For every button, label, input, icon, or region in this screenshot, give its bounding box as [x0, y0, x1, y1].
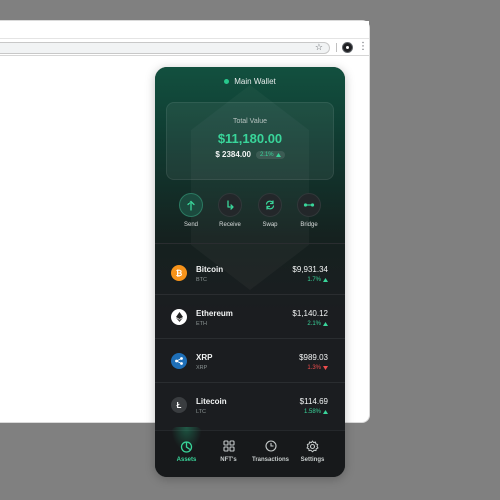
- change-percent: 2.1%: [259, 151, 274, 158]
- asset-change-value: 1.3%: [307, 365, 321, 371]
- browser-toolbar: ☆ ⋮: [0, 39, 369, 56]
- toolbar-separator: [336, 43, 337, 52]
- tab-transactions[interactable]: Transactions: [247, 431, 294, 477]
- wallet-title: Main Wallet: [234, 77, 276, 86]
- tab-nfts[interactable]: NFT's: [205, 431, 252, 477]
- receive-label: Receive: [219, 222, 241, 228]
- asset-ticker: LTC: [196, 409, 206, 415]
- receive-button[interactable]: Receive: [210, 193, 250, 228]
- wallet-app: Main Wallet Total Value $11,180.00 $ 238…: [155, 67, 345, 477]
- asset-change-value: 1.7%: [307, 277, 321, 283]
- tab-label: Assets: [176, 457, 197, 463]
- address-bar[interactable]: ☆: [0, 42, 330, 54]
- asset-change-value: 2.1%: [307, 321, 321, 327]
- bridge-button[interactable]: Bridge: [289, 193, 329, 228]
- clock-icon: [247, 440, 294, 454]
- asset-price: $9,931.34: [292, 265, 328, 274]
- asset-ticker: BTC: [196, 277, 207, 283]
- triangle-up-icon: [275, 152, 281, 157]
- change-row: $ 2384.00 2.1%: [167, 150, 333, 159]
- wallet-status-dot: [224, 79, 230, 84]
- tab-assets[interactable]: Assets: [163, 427, 210, 477]
- asset-name: Ethereum: [196, 309, 233, 318]
- tab-settings[interactable]: Settings: [289, 431, 336, 477]
- asset-name: Bitcoin: [196, 265, 224, 274]
- divider: [155, 243, 345, 244]
- wallet-selector[interactable]: Main Wallet: [155, 77, 345, 86]
- send-label: Send: [183, 222, 198, 228]
- triangle-down-icon: [323, 366, 328, 370]
- swap-icon: [258, 193, 282, 217]
- send-arrow-icon: [179, 193, 203, 217]
- bridge-label: Bridge: [300, 222, 318, 228]
- change-amount: $ 2384.00: [215, 150, 251, 159]
- asset-name: XRP: [196, 353, 213, 362]
- swap-button[interactable]: Swap: [250, 193, 290, 228]
- change-badge: 2.1%: [255, 150, 285, 159]
- browser-tabstrip: [0, 21, 369, 39]
- grid-icon: [205, 440, 252, 454]
- asset-row-bitcoin[interactable]: ₿ Bitcoin BTC $9,931.34 1.7%: [155, 251, 345, 295]
- tab-label: Transactions: [251, 457, 289, 463]
- litecoin-icon: Ł: [171, 397, 187, 413]
- gear-icon: [289, 440, 336, 454]
- active-tab-glow: [171, 427, 202, 451]
- total-value-card: Total Value $11,180.00 $ 2384.00 2.1%: [166, 102, 334, 180]
- asset-price: $114.69: [299, 397, 328, 406]
- asset-ticker: XRP: [196, 365, 208, 371]
- asset-row-xrp[interactable]: XRP XRP $989.03 1.3%: [155, 339, 345, 383]
- total-value-label: Total Value: [232, 118, 268, 125]
- ethereum-icon: [171, 309, 187, 325]
- asset-ticker: ETH: [196, 321, 207, 327]
- triangle-up-icon: [323, 410, 328, 414]
- bridge-icon: [297, 193, 321, 217]
- total-value: $11,180.00: [217, 131, 283, 146]
- triangle-up-icon: [323, 278, 328, 282]
- asset-row-ethereum[interactable]: Ethereum ETH $1,140.12 2.1%: [155, 295, 345, 339]
- asset-change: 1.7%: [307, 277, 328, 283]
- xrp-icon: [171, 353, 187, 369]
- send-button[interactable]: Send: [171, 193, 211, 228]
- kebab-menu-icon[interactable]: ⋮: [358, 40, 368, 54]
- asset-change: 2.1%: [307, 321, 328, 327]
- asset-price: $989.03: [299, 353, 328, 362]
- asset-row-litecoin[interactable]: Ł Litecoin LTC $114.69 1.58%: [155, 383, 345, 427]
- triangle-up-icon: [323, 322, 328, 326]
- asset-change-value: 1.58%: [303, 409, 321, 415]
- asset-name: Litecoin: [196, 397, 227, 406]
- asset-price: $1,140.12: [292, 309, 328, 318]
- tab-label: NFT's: [220, 457, 237, 463]
- receive-arrow-icon: [218, 193, 242, 217]
- swap-label: Swap: [262, 222, 278, 228]
- star-icon[interactable]: ☆: [315, 42, 323, 53]
- bitcoin-icon: ₿: [171, 265, 187, 281]
- bottom-tab-bar: Assets NFT's Transactions Settings: [155, 427, 345, 477]
- asset-change: 1.3%: [307, 365, 328, 371]
- tab-label: Settings: [300, 457, 325, 463]
- asset-change: 1.58%: [304, 409, 328, 415]
- profile-icon[interactable]: [342, 42, 353, 53]
- action-row: Send Receive Swap Bridge: [155, 193, 345, 233]
